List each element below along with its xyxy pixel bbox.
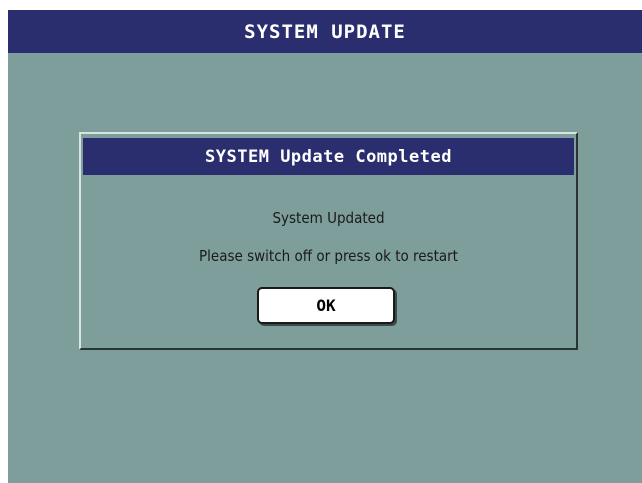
instruction-message: Please switch off or press ok to restart: [199, 247, 458, 265]
window-title-bar: SYSTEM UPDATE: [8, 10, 642, 53]
dialog-title-bar: SYSTEM Update Completed: [83, 138, 574, 175]
dialog-title: SYSTEM Update Completed: [205, 146, 452, 167]
window-title: SYSTEM UPDATE: [244, 20, 406, 43]
screen: SYSTEM UPDATE SYSTEM Update Completed Sy…: [8, 10, 642, 483]
ok-button[interactable]: OK: [257, 287, 395, 324]
update-dialog: SYSTEM Update Completed System Updated P…: [79, 132, 578, 350]
status-message: System Updated: [272, 209, 385, 227]
